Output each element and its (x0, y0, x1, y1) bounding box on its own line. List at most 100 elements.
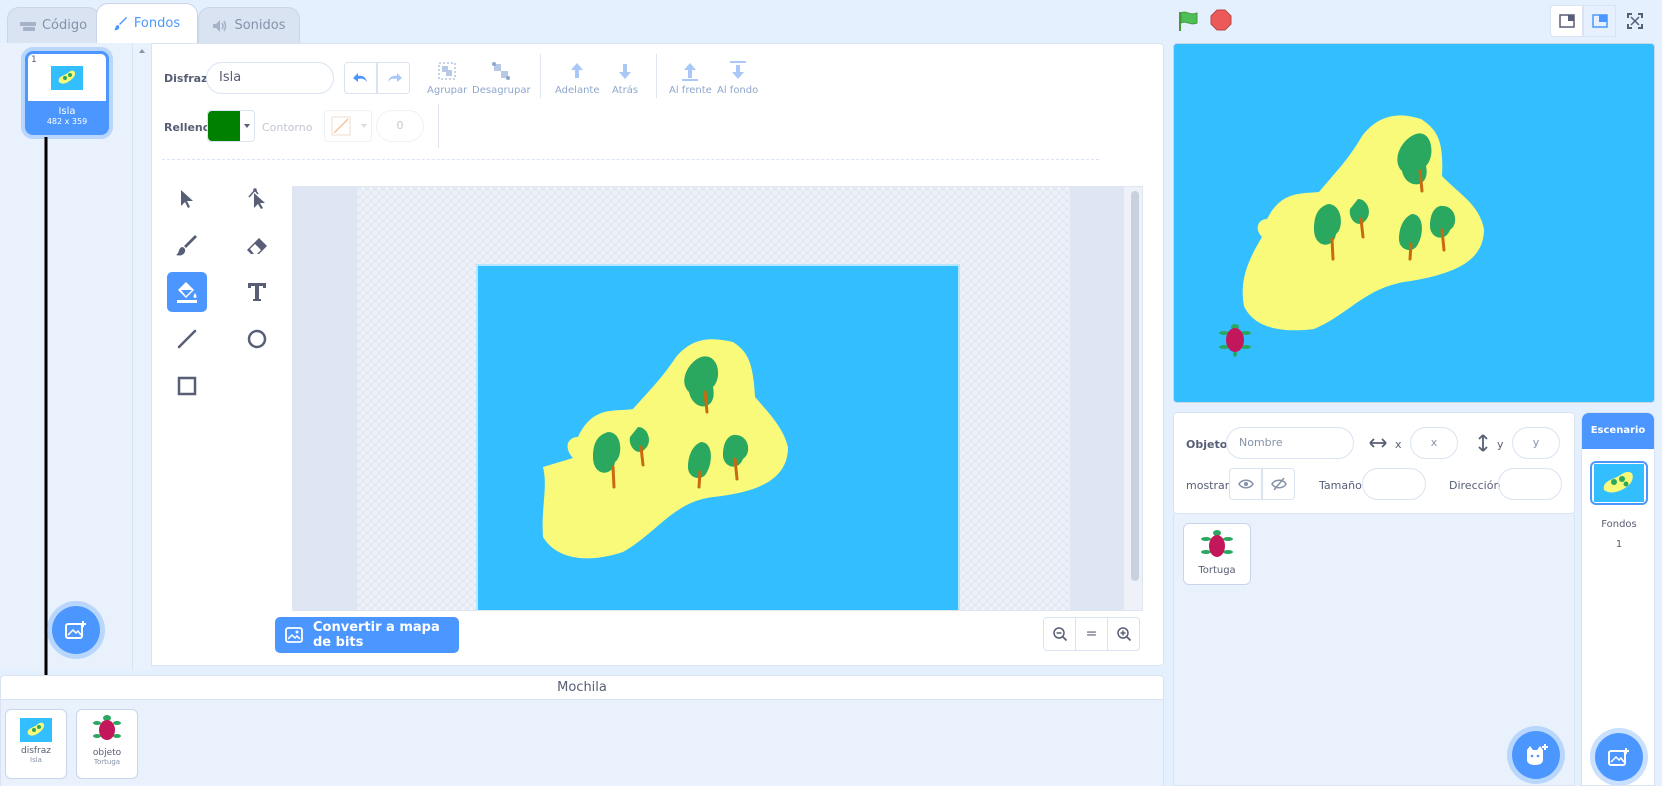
eye-icon (1237, 478, 1254, 490)
forward-button[interactable]: Adelante (555, 60, 599, 96)
small-stage-icon (1558, 14, 1575, 28)
arrow-top-icon (679, 60, 701, 82)
stage-thumbnail (1590, 461, 1648, 505)
costume-number: 1 (31, 55, 37, 65)
reshape-tool[interactable] (237, 179, 277, 219)
brush-icon (176, 235, 198, 257)
tab-sounds[interactable]: Sonidos (198, 7, 300, 43)
small-stage-button[interactable] (1550, 5, 1583, 37)
costume-list-scrollbar[interactable] (133, 43, 151, 670)
paintbrush-icon (113, 16, 128, 31)
sprite-name: Tortuga (1198, 565, 1236, 576)
undo-icon (352, 72, 369, 84)
vertical-arrows-icon (1477, 434, 1489, 452)
sprite-tile[interactable]: Tortuga (1183, 523, 1251, 585)
backpack-header[interactable]: Mochila (0, 675, 1164, 700)
rectangle-tool[interactable] (167, 366, 207, 406)
convert-to-bitmap-button[interactable]: Convertir a mapa de bits (275, 617, 459, 653)
size-input[interactable] (1362, 468, 1426, 500)
eraser-tool[interactable] (237, 226, 277, 266)
costume-list: 1 Isla 482 x 359 (0, 43, 133, 743)
add-image-icon (65, 620, 87, 640)
large-stage-icon (1591, 14, 1608, 28)
zoom-in-icon (1116, 626, 1132, 642)
chevron-down-icon (244, 124, 250, 128)
costume-name-input[interactable]: Isla (206, 62, 334, 94)
stop-icon (1210, 9, 1232, 31)
choose-sprite-button[interactable] (1512, 731, 1560, 779)
y-input[interactable]: y (1512, 427, 1560, 459)
ungroup-label: Desagrupar (472, 85, 531, 96)
fill-color-picker[interactable] (207, 110, 255, 142)
front-button[interactable]: Al frente (669, 60, 712, 96)
circle-icon (246, 328, 268, 350)
backpack-item-name: Tortuga (93, 758, 121, 766)
backdrop-image (476, 264, 960, 610)
toolbar-divider (162, 159, 1099, 160)
arrow-bottom-icon (727, 60, 749, 82)
costume-size: 482 x 359 (46, 117, 88, 126)
choose-backdrop-stage-button[interactable] (1595, 733, 1643, 781)
tab-label: Código (41, 18, 88, 33)
group-button[interactable]: Agrupar (427, 60, 467, 96)
x-input[interactable]: x (1410, 427, 1458, 459)
stage[interactable] (1173, 43, 1655, 403)
outline-color-picker[interactable] (324, 110, 372, 142)
stage-target-panel[interactable]: Escenario Fondos 1 (1581, 412, 1655, 786)
zoom-out-button[interactable] (1043, 617, 1076, 651)
redo-button[interactable] (377, 62, 410, 94)
brush-tool[interactable] (167, 226, 207, 266)
backpack-item-type: disfraz (20, 746, 51, 756)
undo-button[interactable] (344, 62, 377, 94)
backward-button[interactable]: Atrás (612, 60, 638, 96)
choose-backdrop-button[interactable] (52, 606, 100, 654)
turtle-icon (1201, 530, 1233, 557)
ungroup-icon (490, 60, 512, 82)
costume-thumbnail (28, 54, 106, 101)
outline-swatch (325, 111, 357, 141)
hide-button[interactable] (1262, 468, 1295, 500)
green-flag-button[interactable] (1176, 9, 1200, 33)
paint-canvas[interactable] (292, 186, 1143, 611)
cat-add-icon (1524, 744, 1548, 766)
costume-name: Isla (58, 106, 76, 117)
eye-slash-icon (1270, 477, 1287, 491)
convert-label: Convertir a mapa de bits (313, 620, 440, 650)
sprite-name-input[interactable]: Nombre (1226, 427, 1354, 459)
fullscreen-button[interactable] (1618, 5, 1651, 37)
backpack-item[interactable]: objeto Tortuga (76, 709, 138, 779)
back-button[interactable]: Al fondo (717, 60, 758, 96)
outline-width-input[interactable]: 0 (376, 110, 424, 142)
tab-code[interactable]: Código (7, 7, 100, 43)
text-tool[interactable] (237, 272, 277, 312)
y-label: y (1497, 438, 1504, 451)
circle-tool[interactable] (237, 319, 277, 359)
tab-backdrops[interactable]: Fondos (96, 3, 198, 43)
zoom-in-button[interactable] (1107, 617, 1140, 651)
costume-item[interactable]: 1 Isla 482 x 359 (25, 51, 109, 135)
line-tool[interactable] (167, 319, 207, 359)
zoom-out-icon (1052, 626, 1068, 642)
stop-button[interactable] (1210, 9, 1232, 31)
rectangle-icon (177, 376, 197, 396)
paint-bucket-icon (175, 281, 199, 303)
zoom-reset-button[interactable]: = (1075, 617, 1108, 651)
backdrops-label: Fondos (1601, 519, 1637, 530)
group-label: Agrupar (427, 85, 468, 96)
divider (438, 104, 439, 148)
large-stage-button[interactable] (1583, 5, 1616, 37)
backpack-item[interactable]: disfraz Isla (5, 709, 67, 779)
ungroup-button[interactable]: Desagrupar (472, 60, 531, 96)
stage-target-title: Escenario (1582, 413, 1654, 449)
eraser-icon (246, 237, 268, 255)
fill-tool[interactable] (167, 272, 207, 312)
arrow-annotation (38, 135, 58, 745)
show-button[interactable] (1229, 468, 1262, 500)
direction-input[interactable] (1498, 468, 1562, 500)
reshape-icon (246, 188, 268, 210)
direction-label: Dirección (1449, 479, 1501, 492)
sprite-info-panel: Objeto Nombre x x y y mostrar Tamaño Dir… (1173, 412, 1575, 514)
back-label: Al fondo (717, 85, 759, 96)
select-tool[interactable] (167, 179, 207, 219)
zoom-reset-label: = (1085, 626, 1098, 642)
